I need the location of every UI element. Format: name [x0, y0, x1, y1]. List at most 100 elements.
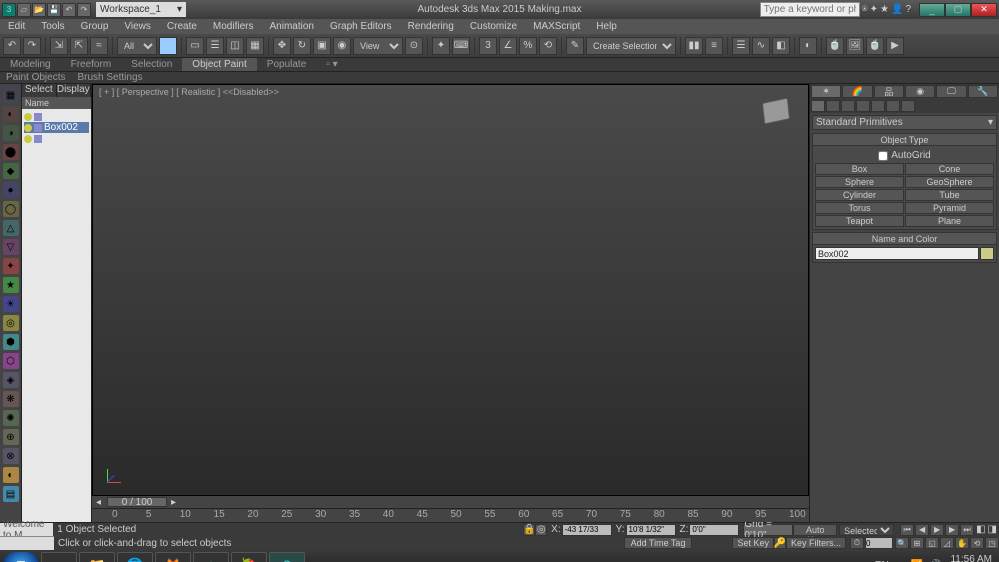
layers-button[interactable]: ☰ — [732, 37, 750, 55]
schematic-button[interactable]: ◧ — [772, 37, 790, 55]
menu-group[interactable]: Group — [73, 21, 117, 32]
menu-maxscript[interactable]: MAXScript — [525, 21, 588, 32]
menu-views[interactable]: Views — [116, 21, 159, 32]
zoom-all-icon[interactable]: ⊞ — [910, 537, 924, 549]
cmd-tab-display[interactable]: 🖵 — [936, 85, 966, 98]
close-button[interactable]: ✕ — [971, 3, 997, 17]
fov-icon[interactable]: ◿ — [940, 537, 954, 549]
isolate-icon[interactable]: ◎ — [535, 524, 547, 536]
time-slider[interactable]: ◂ 0 / 100 ▸ — [92, 496, 809, 508]
named-selection[interactable]: Create Selection Se — [586, 37, 676, 55]
play-button[interactable]: ▶ — [930, 524, 944, 536]
zoom-icon[interactable]: 🔍 — [895, 537, 909, 549]
angle-snap-button[interactable]: ∠ — [499, 37, 517, 55]
autokey-button[interactable]: Auto Key — [793, 524, 837, 536]
tool-icon-19[interactable]: ⊕ — [3, 429, 19, 445]
tool-icon-11[interactable]: ★ — [3, 277, 19, 293]
align-button[interactable]: ≡ — [705, 37, 723, 55]
key-target-dropdown[interactable]: Selected — [839, 524, 894, 536]
frame-input[interactable] — [865, 537, 893, 549]
tool-icon-21[interactable]: ◐ — [3, 467, 19, 483]
bind-spacewarp-button[interactable]: ≈ — [90, 37, 108, 55]
window-crossing-button[interactable]: ▦ — [246, 37, 264, 55]
tool-icon-2[interactable]: ◐ — [3, 106, 19, 122]
cmd-tab-create[interactable]: ✶ — [811, 85, 841, 98]
unlink-button[interactable]: ⇱ — [70, 37, 88, 55]
pan-icon[interactable]: ✋ — [955, 537, 969, 549]
primitive-tube-button[interactable]: Tube — [905, 189, 994, 201]
next-frame-button[interactable]: ▶ — [945, 524, 959, 536]
maximize-viewport-icon[interactable]: ◳ — [985, 537, 999, 549]
sub-spacewarps-icon[interactable] — [886, 100, 900, 112]
move-button[interactable]: ✥ — [273, 37, 291, 55]
z-coord-input[interactable] — [689, 524, 739, 536]
tab-selection[interactable]: Selection — [121, 58, 182, 71]
taskbar-app1[interactable]: ♣ — [193, 552, 229, 562]
sub-shapes-icon[interactable] — [826, 100, 840, 112]
panel-brush-settings[interactable]: Brush Settings — [77, 72, 142, 83]
select-object-button[interactable]: ▭ — [186, 37, 204, 55]
key-filters-button[interactable]: Key Filters... — [786, 537, 846, 549]
tree-row[interactable]: Box002 — [24, 122, 89, 133]
rotate-button[interactable]: ↻ — [293, 37, 311, 55]
primitive-pyramid-button[interactable]: Pyramid — [905, 202, 994, 214]
selection-filter[interactable]: All — [117, 37, 157, 55]
tool-icon-3[interactable]: ◑ — [3, 125, 19, 141]
select-region-button[interactable]: ◫ — [226, 37, 244, 55]
visibility-icon[interactable] — [24, 124, 32, 132]
sub-lights-icon[interactable] — [841, 100, 855, 112]
tool-icon-1[interactable]: ▦ — [3, 87, 19, 103]
menu-modifiers[interactable]: Modifiers — [205, 21, 262, 32]
x-coord-input[interactable] — [562, 524, 612, 536]
time-slider-knob[interactable]: 0 / 100 — [107, 497, 167, 507]
taskbar-firefox[interactable]: 🦊 — [155, 552, 191, 562]
undo-button[interactable]: ↶ — [3, 37, 21, 55]
tool-icon-12[interactable]: ☀ — [3, 296, 19, 312]
tab-modeling[interactable]: Modeling — [0, 58, 61, 71]
cmd-tab-modify[interactable]: 🌈 — [842, 85, 872, 98]
manipulate-button[interactable]: ✦ — [432, 37, 450, 55]
save-icon[interactable]: 💾 — [47, 3, 61, 17]
tab-objectpaint[interactable]: Object Paint — [182, 58, 256, 71]
tool-icon-4[interactable]: ⬤ — [3, 144, 19, 160]
tool-icon-10[interactable]: ✦ — [3, 258, 19, 274]
rollout-header[interactable]: Name and Color — [813, 233, 996, 245]
nav-icon-2[interactable]: ◨ — [988, 524, 997, 535]
prev-frame-button[interactable]: ◀ — [915, 524, 929, 536]
tool-icon-14[interactable]: ⬢ — [3, 334, 19, 350]
tool-icon-22[interactable]: ▤ — [3, 486, 19, 502]
cmd-tab-motion[interactable]: ◉ — [905, 85, 935, 98]
primitive-geosphere-button[interactable]: GeoSphere — [905, 176, 994, 188]
menu-customize[interactable]: Customize — [462, 21, 525, 32]
start-button[interactable]: ⊞ — [3, 552, 39, 562]
favorite-icon[interactable]: ★ — [880, 4, 889, 15]
tool-icon-8[interactable]: △ — [3, 220, 19, 236]
tool-icon-20[interactable]: ⊗ — [3, 448, 19, 464]
scene-tab-display[interactable]: Display — [57, 84, 92, 97]
object-name-input[interactable] — [815, 247, 979, 260]
spinner-snap-button[interactable]: ⟲ — [539, 37, 557, 55]
tab-populate[interactable]: Populate — [257, 58, 316, 71]
menu-create[interactable]: Create — [159, 21, 205, 32]
scene-tab-select[interactable]: Select — [22, 84, 57, 97]
tray-clock[interactable]: 11:56 AM 8/22/2017 — [948, 555, 993, 562]
material-editor-button[interactable]: ◐ — [799, 37, 817, 55]
timeline-ruler[interactable]: 0510152025303540455055606570758085909510… — [92, 508, 809, 522]
primitive-teapot-button[interactable]: Teapot — [815, 215, 904, 227]
viewcube[interactable] — [758, 93, 794, 129]
search-input[interactable] — [760, 2, 860, 17]
signin-icon[interactable]: 👤 — [891, 4, 903, 15]
autogrid-checkbox[interactable] — [878, 151, 888, 161]
tool-icon-18[interactable]: ✺ — [3, 410, 19, 426]
menu-grapheditors[interactable]: Graph Editors — [322, 21, 400, 32]
link-button[interactable]: ⇲ — [50, 37, 68, 55]
goto-end-button[interactable]: ⏭ — [960, 524, 974, 536]
tool-icon-5[interactable]: ◆ — [3, 163, 19, 179]
menu-animation[interactable]: Animation — [261, 21, 321, 32]
key-mode-icon[interactable]: 🔑 — [774, 537, 786, 549]
zoom-extents-icon[interactable]: ◱ — [925, 537, 939, 549]
visibility-icon[interactable] — [24, 113, 32, 121]
primitive-cone-button[interactable]: Cone — [905, 163, 994, 175]
taskbar-explorer[interactable]: 📁 — [79, 552, 115, 562]
ref-coord-system[interactable]: View — [353, 37, 403, 55]
